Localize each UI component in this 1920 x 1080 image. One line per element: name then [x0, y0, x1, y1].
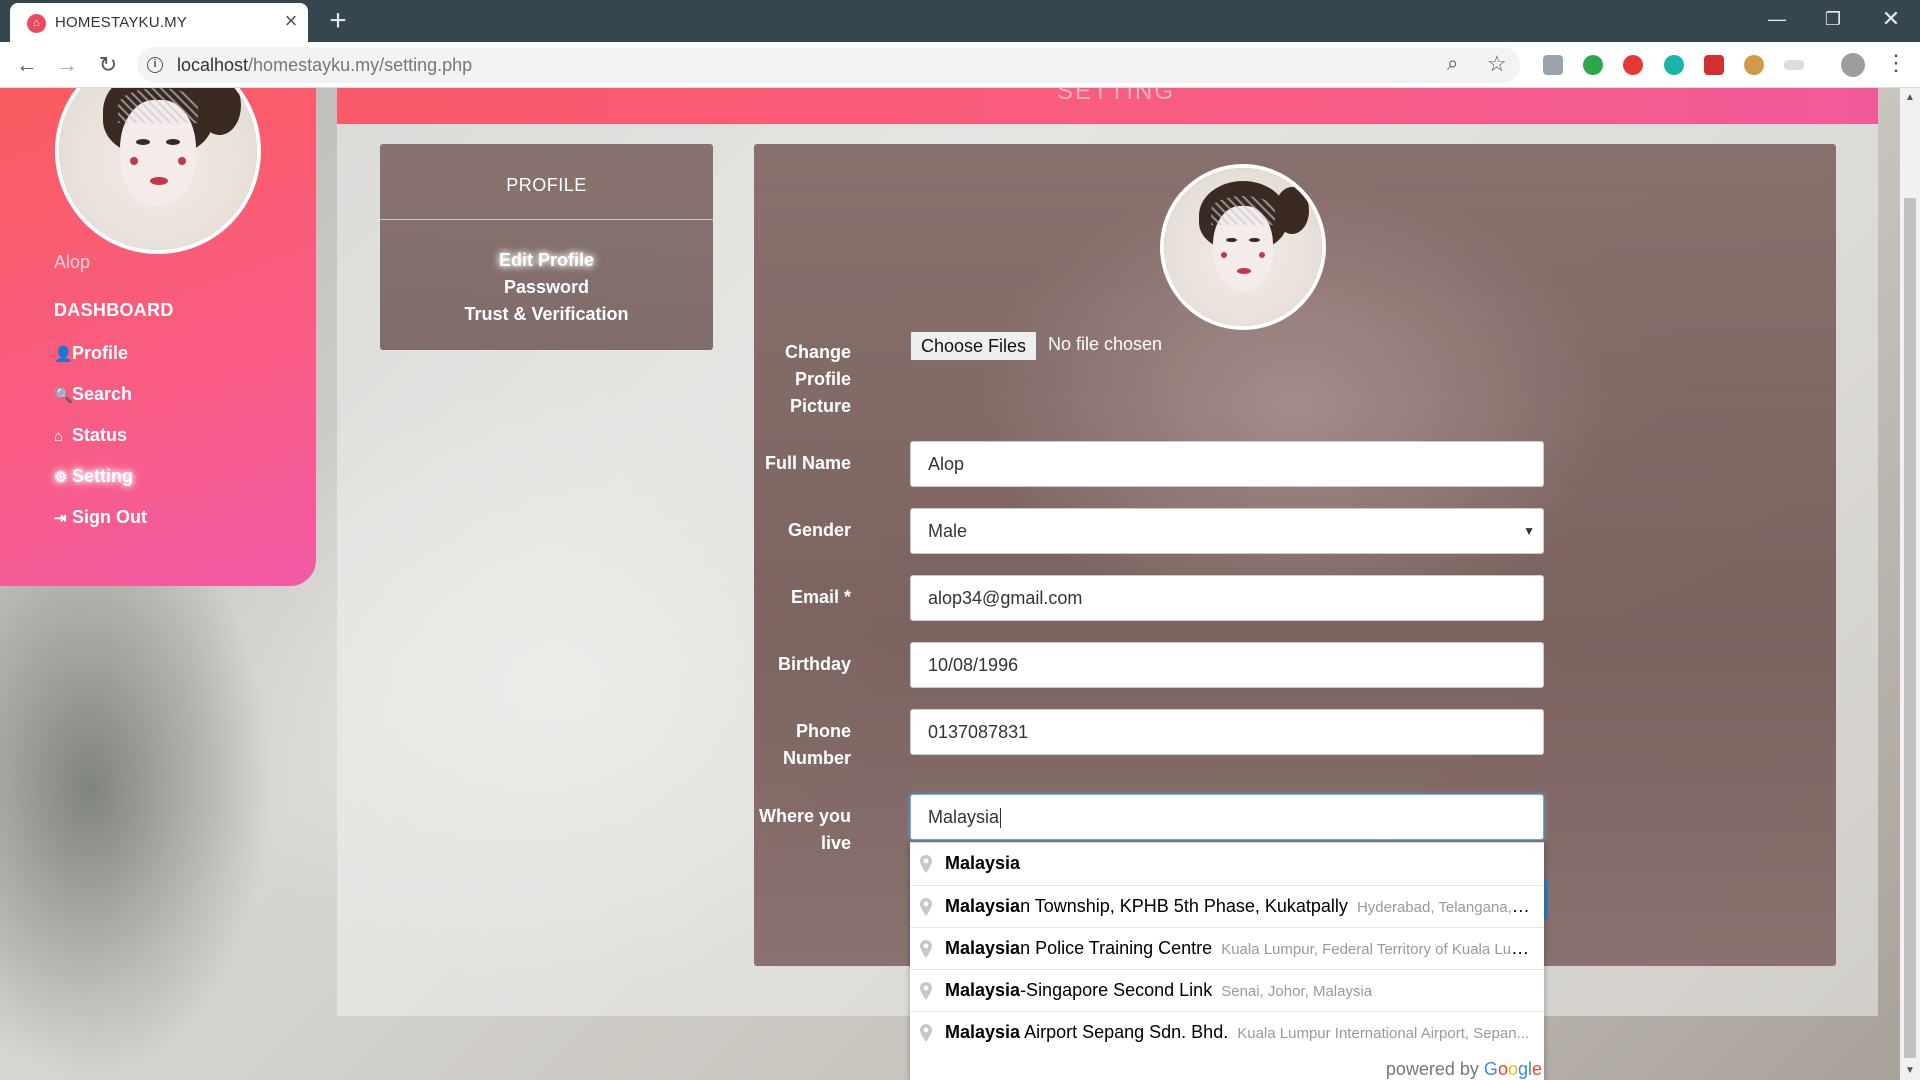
browser-titlebar: ⌂ HOMESTAYKU.MY × + — ❐ ✕: [0, 0, 1920, 42]
submit-button[interactable]: [1544, 878, 1548, 920]
extension-icon[interactable]: [1664, 55, 1684, 75]
tab-close-icon[interactable]: ×: [280, 10, 302, 32]
banner-title: SETTING: [1057, 88, 1176, 105]
minimize-icon[interactable]: —: [1749, 0, 1805, 38]
location-input[interactable]: Malaysia: [910, 794, 1544, 840]
profile-menu-card: PROFILE Edit Profile Password Trust & Ve…: [380, 144, 713, 350]
sidebar-item-setting[interactable]: ⚙ Setting: [54, 466, 133, 487]
email-label: Email *: [790, 587, 851, 607]
scrollbar-thumb[interactable]: [1904, 198, 1916, 1058]
browser-toolbar: ← → ↻ i localhost/homestayku.my/setting.…: [0, 42, 1920, 88]
menu-item-password[interactable]: Password: [380, 277, 713, 298]
reload-icon[interactable]: ↻: [93, 50, 123, 80]
tab-title: HOMESTAYKU.MY: [55, 14, 188, 31]
kebab-menu-icon[interactable]: ⋮: [1885, 50, 1907, 76]
google-logo: Google: [1483, 1059, 1542, 1079]
user-icon: 👤: [54, 346, 73, 363]
page-viewport: SETTING Alop DASHBOARD 👤Profile 🔍Search …: [0, 88, 1900, 1080]
birthday-input[interactable]: 10/08/1996: [910, 642, 1544, 688]
profile-menu-title: PROFILE: [506, 175, 587, 195]
location-autocomplete-dropdown: Malaysia Malaysian Township, KPHB 5th Ph…: [910, 842, 1544, 1080]
map-pin-icon: [920, 982, 932, 1000]
page-banner: SETTING: [337, 88, 1878, 124]
sidebar-dashboard-heading[interactable]: DASHBOARD: [54, 300, 174, 321]
menu-item-trust-verification[interactable]: Trust & Verification: [380, 304, 713, 325]
map-pin-icon: [920, 1024, 932, 1042]
full-name-label: Full Name: [764, 453, 851, 473]
birthday-label: Birthday: [777, 654, 851, 674]
gender-select[interactable]: Male ▼: [910, 508, 1544, 554]
sidebar-item-search[interactable]: 🔍Search: [54, 384, 132, 405]
location-label: Where you live: [758, 806, 851, 853]
extension-icon[interactable]: [1784, 60, 1804, 70]
divider: [380, 219, 713, 220]
extension-icon[interactable]: [1583, 55, 1603, 75]
url-text[interactable]: localhost/homestayku.my/setting.php: [177, 55, 472, 76]
search-icon: 🔍: [54, 387, 73, 404]
browser-tab[interactable]: ⌂ HOMESTAYKU.MY ×: [10, 3, 308, 42]
avatar: [55, 88, 261, 254]
dropdown-caret-icon: ▼: [1523, 524, 1535, 538]
change-picture-label: Change Profile Picture: [784, 342, 851, 416]
email-field[interactable]: alop34@gmail.com: [910, 575, 1544, 621]
autocomplete-option[interactable]: Malaysia-Singapore Second Link Senai, Jo…: [910, 969, 1544, 1011]
back-arrow-icon[interactable]: ←: [12, 50, 42, 80]
page-scrollbar[interactable]: ▲ ▼: [1900, 88, 1920, 1080]
autocomplete-option[interactable]: Malaysian Township, KPHB 5th Phase, Kuka…: [910, 885, 1544, 927]
favicon-icon: ⌂: [27, 14, 46, 33]
home-icon: ⌂: [54, 428, 64, 445]
zoom-icon[interactable]: ⌕: [1447, 53, 1458, 76]
text-cursor: [1000, 808, 1002, 829]
address-bar[interactable]: i localhost/homestayku.my/setting.php ⌕ …: [137, 47, 1520, 83]
close-window-icon[interactable]: ✕: [1863, 0, 1919, 38]
bookmark-star-icon[interactable]: ☆: [1487, 51, 1507, 77]
sidebar: Alop DASHBOARD 👤Profile 🔍Search ⌂ Status …: [0, 88, 316, 586]
info-icon[interactable]: i: [147, 57, 163, 73]
restore-icon[interactable]: ❐: [1805, 0, 1861, 38]
extension-icon[interactable]: [1744, 55, 1764, 75]
phone-label: Phone Number: [782, 721, 851, 768]
sidebar-item-status[interactable]: ⌂ Status: [54, 425, 127, 446]
extension-icon[interactable]: [1623, 55, 1643, 75]
extension-icon[interactable]: [1704, 55, 1724, 75]
gender-label: Gender: [787, 520, 851, 540]
map-pin-icon: [920, 898, 932, 916]
sidebar-item-sign-out[interactable]: ⇥ Sign Out: [54, 507, 147, 528]
map-pin-icon: [920, 940, 932, 958]
sidebar-user-name: Alop: [54, 252, 91, 272]
forward-arrow-icon[interactable]: →: [52, 50, 82, 80]
autocomplete-option[interactable]: Malaysia: [910, 843, 1544, 885]
choose-files-button[interactable]: Choose Files: [910, 331, 1038, 361]
file-status-text: No file chosen: [1048, 334, 1163, 354]
location-input-text: Malaysia: [928, 807, 1000, 827]
extension-icon[interactable]: [1543, 55, 1563, 75]
sign-out-icon: ⇥: [54, 510, 67, 527]
scroll-down-arrow-icon[interactable]: ▼: [1905, 1065, 1915, 1076]
powered-by-google: powered by Google: [1385, 1059, 1542, 1079]
menu-item-edit-profile[interactable]: Edit Profile: [380, 250, 713, 271]
browser-profile-icon[interactable]: [1841, 53, 1865, 77]
new-tab-icon[interactable]: +: [324, 5, 352, 37]
scroll-up-arrow-icon[interactable]: ▲: [1905, 92, 1915, 103]
autocomplete-option[interactable]: Malaysia Airport Sepang Sdn. Bhd. Kuala …: [910, 1011, 1544, 1053]
profile-picture: [1160, 164, 1326, 330]
phone-input[interactable]: 0137087831: [910, 709, 1544, 755]
full-name-input[interactable]: Alop: [910, 441, 1544, 487]
gender-selected-value: Male: [928, 521, 968, 541]
map-pin-icon: [920, 855, 932, 873]
sidebar-item-profile[interactable]: 👤Profile: [54, 343, 128, 364]
autocomplete-option[interactable]: Malaysian Police Training Centre Kuala L…: [910, 927, 1544, 969]
gear-icon: ⚙: [54, 469, 68, 486]
